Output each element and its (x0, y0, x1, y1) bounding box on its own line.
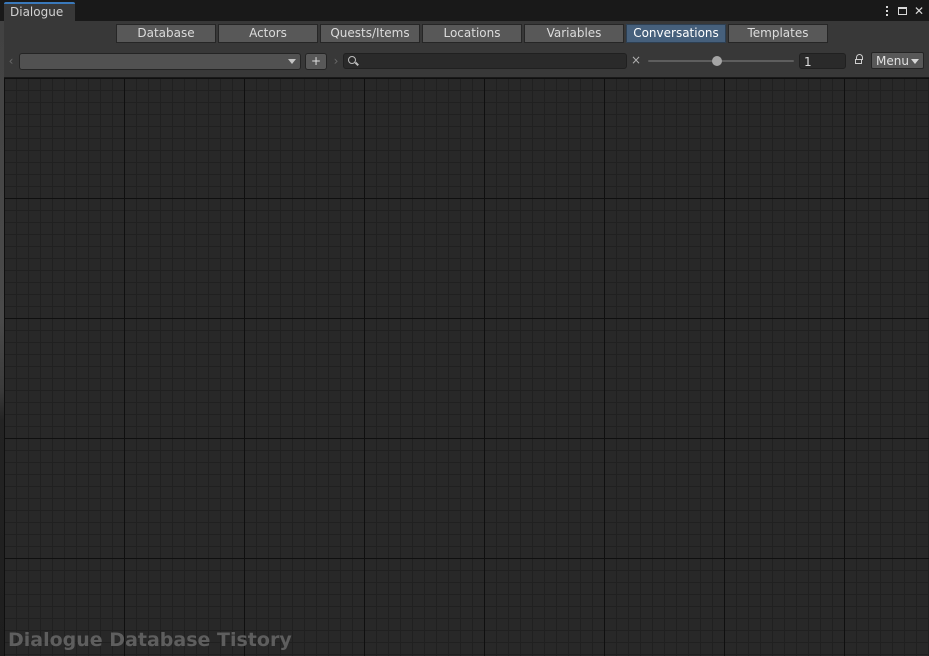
tab-conversations[interactable]: Conversations (626, 24, 726, 43)
zoom-field[interactable]: 1 (799, 53, 846, 69)
tab-quests-items[interactable]: Quests/Items (320, 24, 420, 43)
menu-label: Menu (876, 54, 909, 68)
tab-database[interactable]: Database (116, 24, 216, 43)
menu-dropdown-button[interactable]: Menu (871, 52, 924, 69)
tab-locations[interactable]: Locations (422, 24, 522, 43)
zoom-slider-thumb[interactable] (711, 56, 722, 66)
window-controls: ✕ (881, 2, 925, 19)
lock-icon[interactable] (854, 53, 864, 67)
dialogue-editor-window: Dialogue ✕ Database Actors Quests/Items … (0, 0, 929, 656)
search-icon (348, 56, 356, 64)
maximize-icon (898, 6, 907, 15)
tab-templates[interactable]: Templates (728, 24, 828, 43)
zoom-slider[interactable] (648, 53, 794, 69)
toolbar: Database Actors Quests/Items Locations V… (4, 21, 929, 77)
vertical-dots-icon[interactable] (881, 4, 893, 18)
tab-actors[interactable]: Actors (218, 24, 318, 43)
add-conversation-button[interactable]: + (305, 53, 327, 70)
window-tab-title[interactable]: Dialogue (4, 2, 76, 21)
node-graph-canvas[interactable] (4, 77, 929, 656)
section-tabs: Database Actors Quests/Items Locations V… (116, 24, 830, 43)
search-input[interactable] (343, 53, 627, 69)
title-bar: Dialogue ✕ (0, 0, 929, 21)
tab-variables[interactable]: Variables (524, 24, 624, 43)
clear-search-button[interactable]: × (631, 52, 641, 68)
maximize-button[interactable] (897, 4, 909, 18)
close-icon[interactable]: ✕ (913, 4, 925, 18)
chevron-down-icon (911, 59, 919, 64)
conversation-toolbar-row: ‹ + › × 1 Menu (4, 52, 929, 72)
chevron-down-icon (288, 59, 296, 64)
canvas-watermark: Dialogue Database Tistory (8, 629, 292, 651)
chevron-right-icon[interactable]: › (331, 52, 341, 72)
chevron-left-icon[interactable]: ‹ (6, 52, 16, 72)
conversation-dropdown[interactable] (19, 53, 301, 70)
